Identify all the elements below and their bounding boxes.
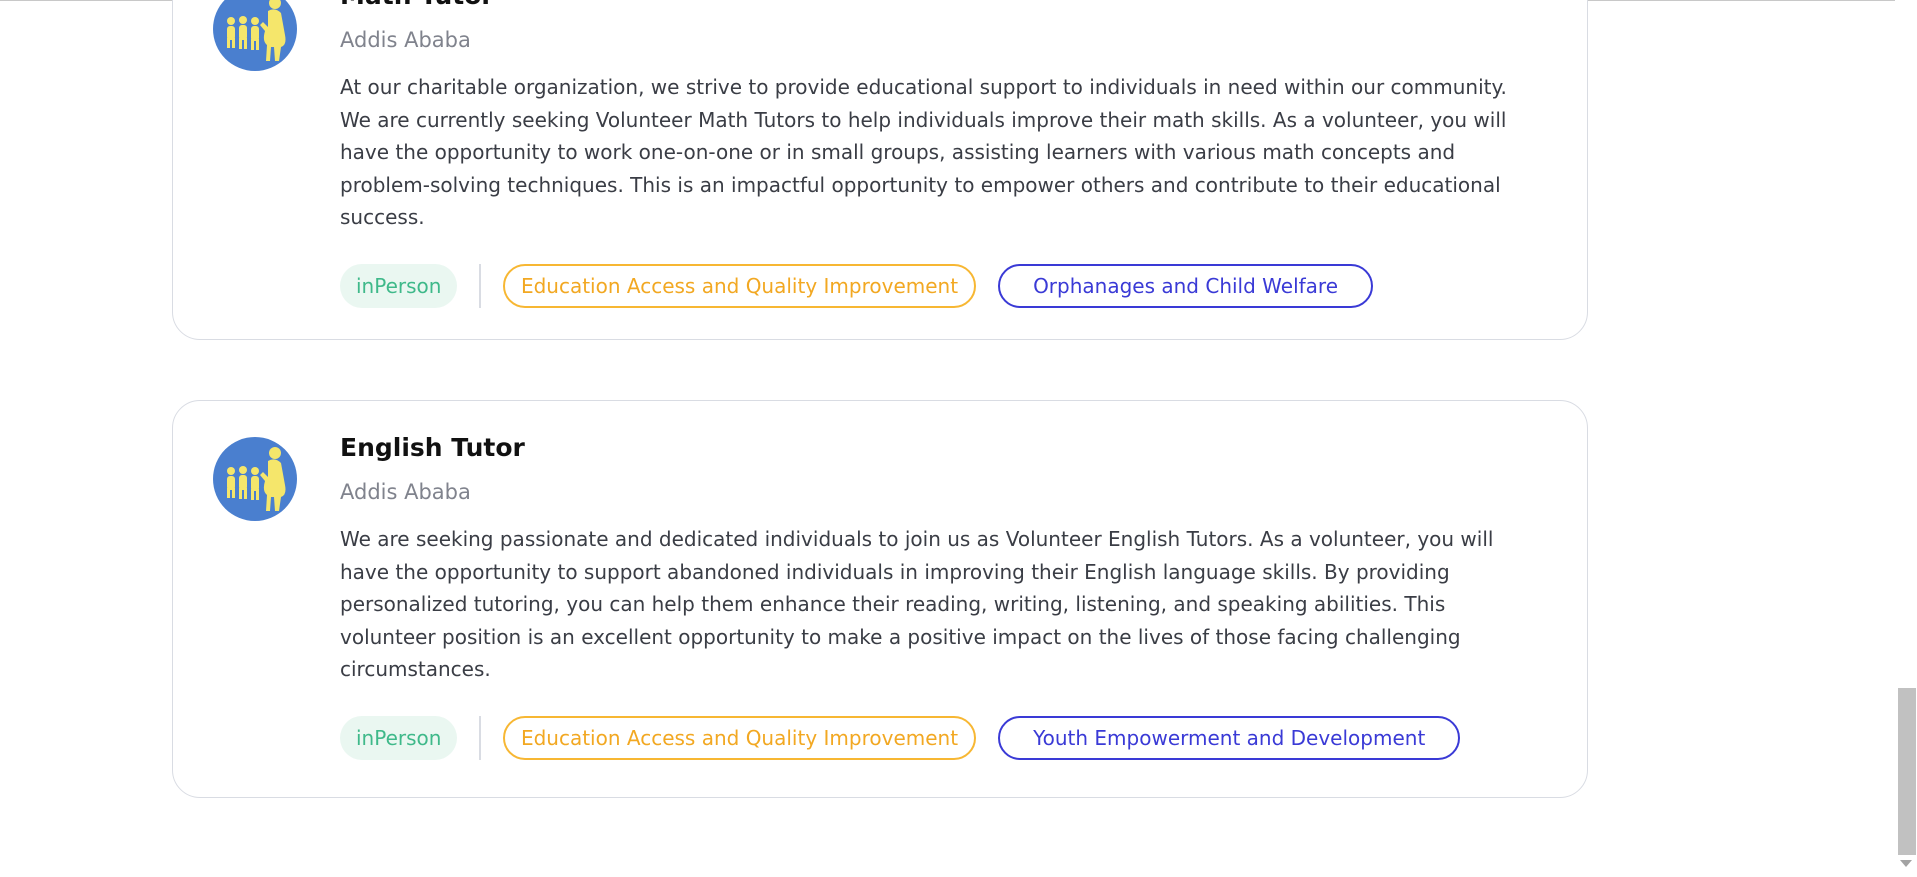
category-tag[interactable]: Education Access and Quality Improvement: [502, 263, 977, 308]
tag-divider: [479, 715, 481, 760]
mode-tag: inPerson: [340, 263, 458, 308]
listing-card[interactable]: Math Tutor Addis Ababa At our charitable…: [172, 0, 1588, 340]
mode-tag: inPerson: [340, 715, 458, 760]
listing-location: Addis Ababa: [340, 480, 471, 504]
category-tag[interactable]: Education Access and Quality Improvement: [502, 715, 977, 760]
tag-row: inPerson Education Access and Quality Im…: [340, 263, 1547, 308]
tag-row: inPerson Education Access and Quality Im…: [340, 715, 1547, 760]
vertical-scrollbar[interactable]: [1895, 0, 1917, 877]
tag-divider: [479, 263, 481, 308]
listing-description: We are seeking passionate and dedicated …: [340, 527, 1494, 681]
category-tag[interactable]: Youth Empowerment and Development: [998, 715, 1461, 760]
category-tag[interactable]: Orphanages and Child Welfare: [998, 263, 1374, 308]
scrollbar-thumb[interactable]: [1898, 688, 1916, 855]
listing-title[interactable]: English Tutor: [340, 431, 1547, 465]
listing-card[interactable]: English Tutor Addis Ababa We are seeking…: [172, 400, 1588, 798]
page: Math Tutor Addis Ababa At our charitable…: [0, 0, 1917, 877]
listing-location: Addis Ababa: [340, 28, 471, 52]
listing-description: At our charitable organization, we striv…: [340, 75, 1507, 229]
family-silhouette-icon: [213, 437, 297, 521]
listing-title[interactable]: Math Tutor: [340, 0, 1547, 13]
scroll-down-arrow-icon[interactable]: [1900, 860, 1912, 867]
family-silhouette-icon: [213, 0, 297, 71]
